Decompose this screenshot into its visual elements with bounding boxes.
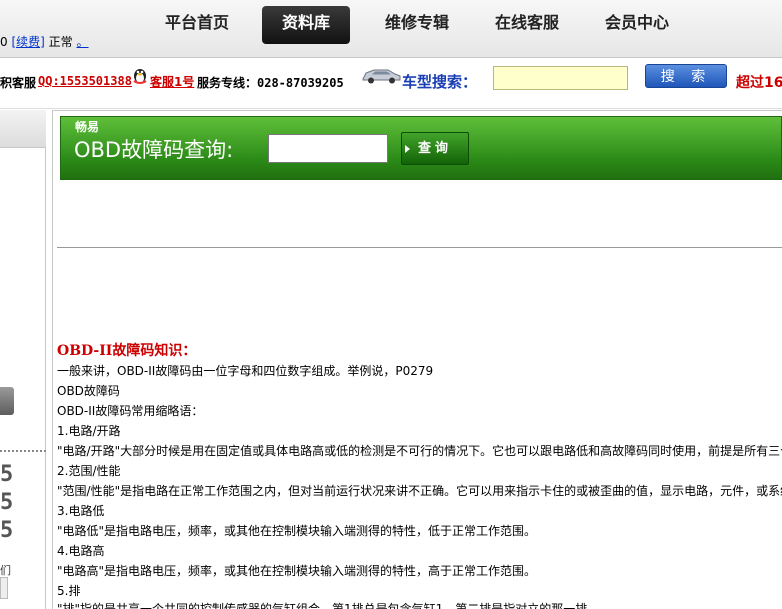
service-hotline: 服务专线：028-87039205 <box>197 76 344 90</box>
knowledge-title: OBD-II故障码知识： <box>57 343 197 359</box>
sidebar-divider <box>0 450 46 452</box>
sidebar-digit: 5 <box>0 462 14 487</box>
knowledge-line: "范围/性能"是指电路在正常工作范围之内，但对当前运行状况来讲不正确。它可以用来… <box>57 484 782 498</box>
knowledge-line: "电路低"是指电路电压，频率，或其他在控制模块输入端测得的特性，低于正常工作范围… <box>57 524 537 538</box>
knowledge-line: 4.电路高 <box>57 544 105 558</box>
model-search-label: 车型搜索： <box>402 73 478 91</box>
car-icon <box>362 69 401 84</box>
sidebar-box[interactable] <box>0 577 8 599</box>
knowledge-line: "电路/开路"大部分时候是用在固定值或具体电路高或低的检测是不可行的情况下。它也… <box>57 444 782 458</box>
nav-repair-album[interactable]: 维修专辑 <box>378 6 456 44</box>
status-state: 正常 <box>48 35 73 49</box>
status-dot-link[interactable]: 。 <box>77 35 89 49</box>
content-divider <box>57 247 782 248</box>
knowledge-line: 1.电路/开路 <box>57 424 121 438</box>
over-count-text: 超过16 <box>736 75 782 91</box>
renew-link[interactable]: [续费] <box>11 35 44 49</box>
obd-brand: 畅易 <box>75 120 100 134</box>
knowledge-line: 一般来讲，OBD-II故障码由一位字母和四位数字组成。举例说，P0279 <box>57 364 434 378</box>
sidebar-toggle-button[interactable] <box>0 387 14 415</box>
nav-home[interactable]: 平台首页 <box>158 6 236 44</box>
nav-online-service[interactable]: 在线客服 <box>488 6 566 44</box>
model-search-input[interactable] <box>493 66 628 90</box>
knowledge-line: OBD-II故障码常用缩略语： <box>57 404 204 418</box>
knowledge-line: 3.电路低 <box>57 504 105 518</box>
search-button[interactable]: 搜 索 <box>645 64 727 88</box>
qq-penguin-icon[interactable] <box>130 65 150 85</box>
obd-title: OBD故障码查询: <box>74 138 234 162</box>
qq-link[interactable]: QQ:1553501388 <box>38 74 132 88</box>
knowledge-line: 2.范围/性能 <box>57 464 121 478</box>
sidebar-small-text: 们 <box>0 564 11 577</box>
nav-database[interactable]: 资料库 <box>262 6 350 44</box>
knowledge-line: 5.排 <box>57 584 81 598</box>
obd-code-input[interactable] <box>268 134 388 163</box>
knowledge-line: "排"指的是共享一个共同的控制传感器的气缸组合，第1排总是包含气缸1，第二排是指… <box>57 602 600 609</box>
nav-member-center[interactable]: 会员中心 <box>598 6 676 44</box>
status-prefix: 0 <box>0 35 8 49</box>
knowledge-line: OBD故障码 <box>57 384 120 398</box>
sidebar-header <box>0 110 46 148</box>
sidebar-digit: 5 <box>0 518 14 543</box>
kefu-link[interactable]: 客服1号 <box>150 73 194 90</box>
service-left-text: 积客服 <box>0 76 37 90</box>
account-status: 0 [续费] 正常 。 <box>0 33 89 50</box>
left-sidebar: 5 5 5 们 <box>0 110 46 609</box>
sidebar-digit: 5 <box>0 490 14 515</box>
top-navigation-bar: 平台首页 资料库 维修专辑 在线客服 会员中心 0 [续费] 正常 。 <box>0 0 782 58</box>
obd-query-button[interactable]: 查询 <box>401 132 469 165</box>
knowledge-line: "电路高"是指电路电压，频率，或其他在控制模块输入端测得的特性，高于正常工作范围… <box>57 564 537 578</box>
